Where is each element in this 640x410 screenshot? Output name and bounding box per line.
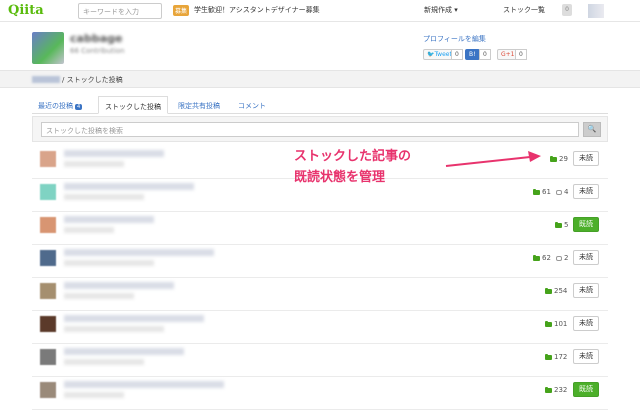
annotation-line-1: ストックした記事の bbox=[294, 149, 412, 164]
annotation-text: ストックした記事の 既読状態を管理 bbox=[294, 146, 411, 188]
annotation-line-2: 既読状態を管理 bbox=[294, 170, 386, 185]
annotation-arrow bbox=[445, 151, 541, 167]
